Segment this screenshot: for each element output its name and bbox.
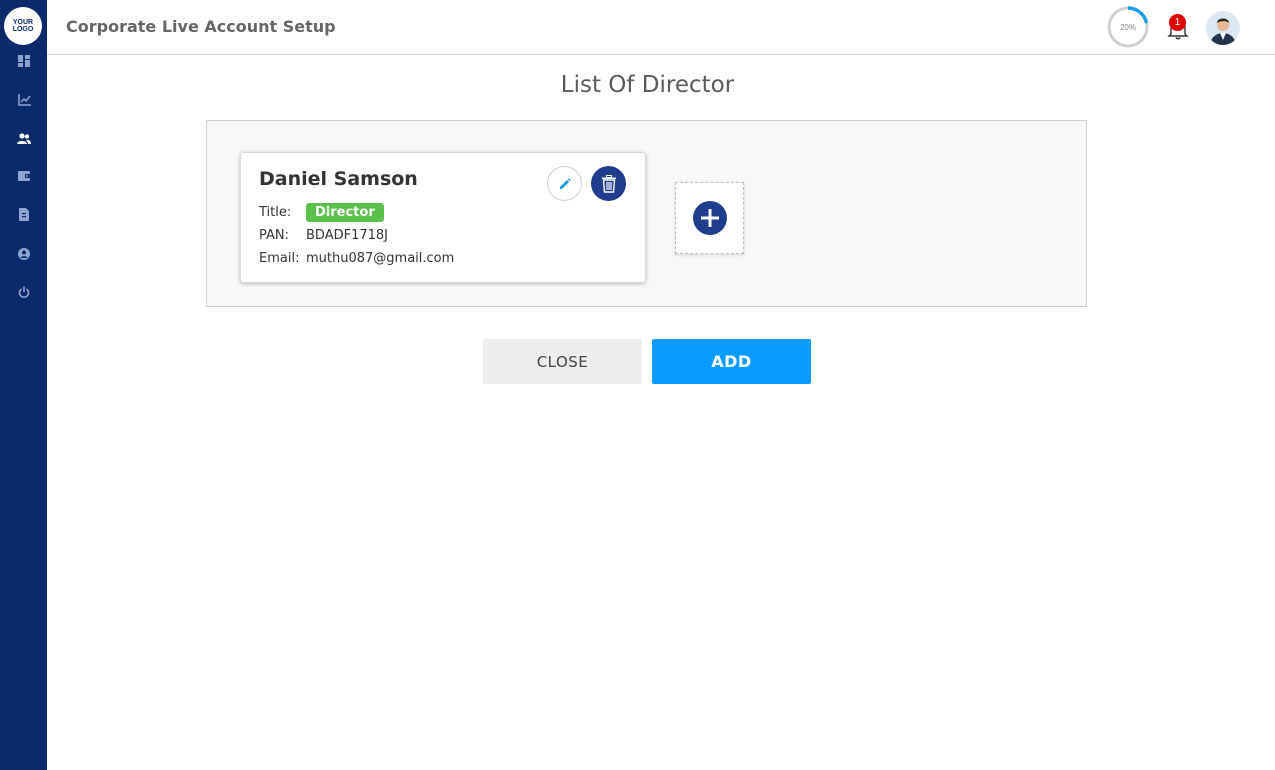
pencil-icon — [559, 177, 571, 189]
logo-line-2: LOGO — [12, 26, 34, 33]
page-title: List Of Director — [560, 72, 735, 98]
top-bar: Corporate Live Account Setup 20% 1 — [47, 0, 1275, 55]
directors-panel: Daniel Samson Title: Director PAN: BDADF… — [206, 120, 1087, 307]
dashboard-icon[interactable] — [16, 53, 32, 69]
add-button[interactable]: ADD — [652, 339, 811, 384]
email-row: Email: muthu087@gmail.com — [259, 251, 454, 266]
pan-label: PAN: — [259, 228, 290, 243]
title-row: Title: Director — [259, 203, 384, 222]
progress-ring: 20% — [1106, 5, 1150, 49]
email-label: Email: — [259, 251, 300, 266]
director-name: Daniel Samson — [259, 168, 418, 190]
title-label: Title: — [259, 205, 292, 220]
notification-badge: 1 — [1169, 14, 1186, 31]
progress-label: 20% — [1120, 23, 1136, 32]
director-card: Daniel Samson Title: Director PAN: BDADF… — [240, 152, 646, 283]
pan-row: PAN: BDADF1718J — [259, 228, 388, 243]
email-value: muthu087@gmail.com — [306, 251, 455, 266]
wallet-icon[interactable] — [16, 167, 32, 183]
close-button[interactable]: CLOSE — [483, 339, 642, 384]
logo[interactable]: YOUR LOGO — [4, 7, 42, 45]
power-icon[interactable] — [16, 284, 32, 300]
app-title: Corporate Live Account Setup — [66, 17, 336, 36]
profile-icon[interactable] — [16, 246, 32, 262]
trash-icon — [601, 174, 616, 193]
edit-button[interactable] — [547, 166, 582, 201]
avatar[interactable] — [1206, 11, 1240, 45]
logo-line-1: YOUR — [12, 19, 34, 26]
delete-button[interactable] — [591, 166, 626, 201]
plus-circle-icon — [692, 201, 727, 235]
users-icon[interactable] — [16, 130, 32, 146]
add-director-card[interactable] — [675, 182, 744, 254]
sidebar: YOUR LOGO — [0, 0, 47, 770]
document-icon[interactable] — [16, 206, 32, 222]
title-badge: Director — [306, 203, 384, 222]
pan-value: BDADF1718J — [306, 228, 388, 243]
